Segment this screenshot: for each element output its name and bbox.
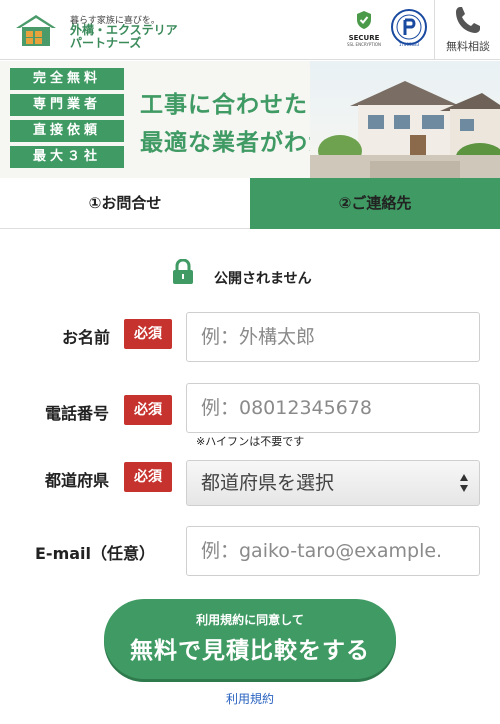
house-photo-image: [310, 61, 500, 178]
phone-required-badge: 必須: [124, 395, 172, 425]
step-inquiry: ①お問合せ: [0, 178, 250, 229]
select-arrows-icon: [460, 474, 468, 492]
name-label: お名前: [62, 328, 111, 347]
banner-headline-1: 工事に合わせた: [140, 92, 308, 118]
phone-input[interactable]: [186, 383, 480, 433]
terms-link[interactable]: 利用規約: [0, 690, 500, 707]
prefecture-selected-value: 都道府県を選択: [201, 472, 335, 494]
hero-banner: 完全無料 専門業者 直接依頼 最大３社 工事に合わせた 最適な業者がわかる: [0, 61, 500, 178]
phone-hint: ※ハイフンは不要です: [196, 435, 305, 448]
shield-check-icon: [357, 11, 371, 29]
badge-direct: 直接依頼: [10, 120, 124, 142]
house-logo-icon[interactable]: [12, 12, 60, 48]
badge-max-three: 最大３社: [10, 146, 124, 168]
ssl-secure-badge: SECURE SSL ENCRYPTION: [346, 10, 382, 48]
name-input[interactable]: [186, 312, 480, 362]
submit-sub-label: 利用規約に同意して: [196, 613, 304, 627]
submit-main-label: 無料で見積比較をする: [130, 637, 370, 663]
prefecture-label: 都道府県: [45, 471, 110, 490]
privacy-mark-number: 17003883: [398, 42, 420, 47]
badge-free: 完全無料: [10, 68, 124, 90]
email-label: E-mail（任意）: [35, 544, 156, 563]
privacy-note: 公開されません: [214, 271, 312, 287]
logo-name-line2: パートナーズ: [70, 36, 142, 50]
prefecture-required-badge: 必須: [124, 462, 172, 492]
free-consultation-button[interactable]: 無料相談: [434, 0, 500, 60]
logo-name[interactable]: 外構・エクステリア パートナーズ: [70, 24, 178, 50]
badge-specialist: 専門業者: [10, 94, 124, 116]
name-required-badge: 必須: [124, 319, 172, 349]
phone-label: 無料相談: [446, 40, 490, 53]
privacy-mark-icon: [391, 9, 427, 45]
secure-sub-label: SSL ENCRYPTION: [346, 42, 382, 47]
step-indicator: ①お問合せ ②ご連絡先: [0, 178, 500, 229]
prefecture-select[interactable]: 都道府県を選択: [186, 460, 480, 506]
step-contact-info: ②ご連絡先: [250, 178, 500, 229]
email-input[interactable]: [186, 526, 480, 576]
secure-label: SECURE: [348, 34, 380, 42]
phone-label-text: 電話番号: [45, 404, 110, 423]
lock-icon: [173, 259, 193, 284]
submit-estimate-button[interactable]: 利用規約に同意して 無料で見積比較をする: [104, 599, 396, 679]
site-header: 暮らす家族に喜びを。 外構・エクステリア パートナーズ SECURE SSL E…: [0, 0, 500, 60]
phone-icon: [455, 7, 480, 33]
